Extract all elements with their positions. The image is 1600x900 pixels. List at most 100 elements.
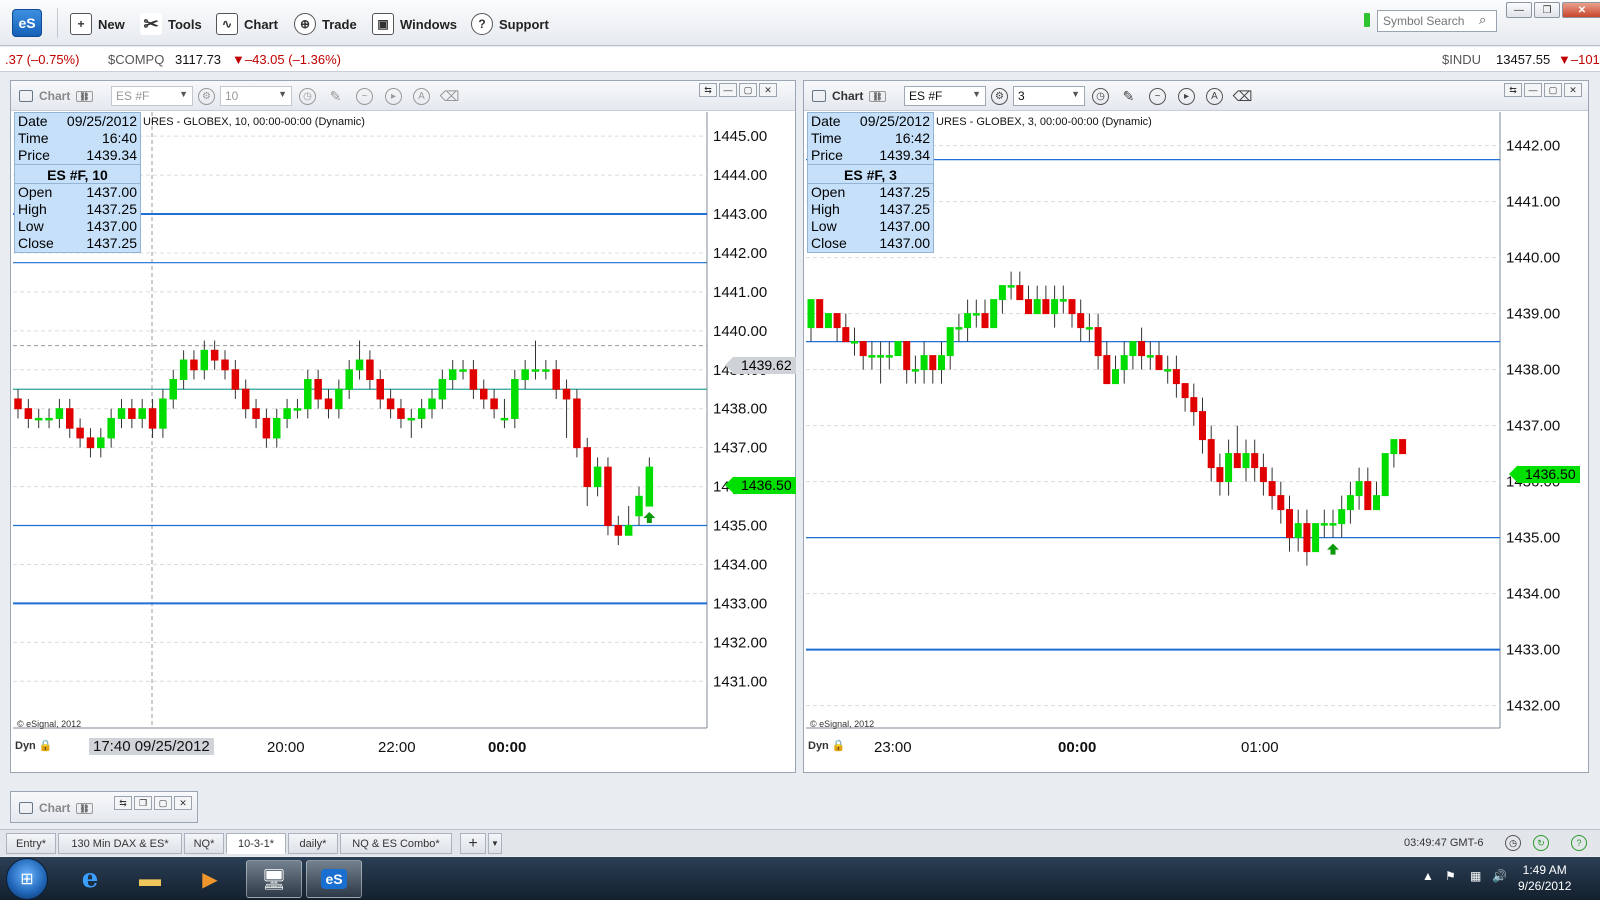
dynamic-scale-toggle[interactable]: Dyn 🔒	[808, 739, 846, 752]
main-toolbar: eS + New ✂ Tools ∿ Chart ⊕ Trade ▣ Windo…	[0, 0, 1600, 46]
candle-body	[521, 369, 529, 381]
ticker-indu-symbol[interactable]: $INDU	[1442, 52, 1481, 67]
alert-icon[interactable]: A	[413, 88, 430, 105]
candle-body	[1068, 299, 1076, 315]
esignal-taskbar-button[interactable]: eS	[306, 860, 362, 898]
ticker-compq-symbol[interactable]: $COMPQ	[108, 52, 164, 67]
play-icon[interactable]: ▸	[1178, 88, 1195, 105]
minimize-chart-button[interactable]: —	[719, 83, 737, 97]
tab-list-dropdown[interactable]: ▼	[488, 833, 502, 854]
start-button[interactable]: ⊞	[6, 858, 48, 900]
price-tick-label: 1432.00	[1506, 698, 1560, 715]
system-clock[interactable]: 1:49 AM 9/26/2012	[1518, 862, 1571, 894]
media-player-icon[interactable]: ▶	[182, 860, 238, 898]
esignal-logo[interactable]: eS	[12, 9, 42, 37]
tab-entry[interactable]: Entry*	[6, 833, 56, 854]
data-window: Date 09/25/2012 Time 16:42 Price 1439.34 ES…	[807, 112, 934, 253]
interval-settings-icon[interactable]: ⚙	[991, 88, 1008, 105]
new-window-icon: +	[70, 13, 92, 35]
open-value: 1437.00	[86, 184, 137, 200]
candle-body	[955, 327, 963, 330]
trade-button[interactable]: ⊕ Trade	[294, 11, 357, 37]
price-tick-label: 1443.00	[713, 206, 767, 223]
price-tick-label: 1440.00	[713, 323, 767, 340]
restore-chart-button[interactable]: ❐	[134, 796, 152, 810]
tray-expand-icon[interactable]: ▲	[1422, 869, 1434, 883]
chevron-down-icon: ▼	[1071, 89, 1080, 99]
symbol-select[interactable]: ES #F ▼	[904, 86, 986, 106]
candle-body	[1216, 467, 1224, 483]
chart-button[interactable]: ∿ Chart	[216, 11, 278, 37]
minimized-chart-window[interactable]: Chart ⛓ ⇆ ❐ ▢ ✕	[10, 791, 198, 823]
maximize-chart-button[interactable]: ▢	[739, 83, 757, 97]
maximize-chart-button[interactable]: ▢	[1544, 83, 1562, 97]
clock-icon[interactable]: ◷	[1505, 835, 1521, 851]
network-icon[interactable]: ▦	[1470, 869, 1481, 883]
candle-body	[851, 341, 858, 344]
open-label: Open	[811, 184, 846, 200]
search-icon[interactable]: ⌕	[1479, 12, 1486, 28]
add-page-button[interactable]: +	[460, 833, 486, 854]
close-chart-button[interactable]: ✕	[1564, 83, 1582, 97]
minimize-chart-button[interactable]: —	[1524, 83, 1542, 97]
tab-10-3-1[interactable]: 10-3-1*	[226, 833, 286, 854]
low-label: Low	[811, 218, 837, 234]
alert-icon[interactable]: A	[1206, 88, 1223, 105]
link-window-button[interactable]: ⇆	[699, 83, 717, 97]
interval-select[interactable]: 3 ▼	[1013, 86, 1085, 106]
dyn-label: Dyn	[15, 740, 36, 752]
link-icon[interactable]: ⛓	[76, 802, 93, 814]
remote-desktop-icon[interactable]: 🖥	[246, 860, 302, 898]
new-button[interactable]: + New	[70, 11, 125, 37]
maximize-chart-button[interactable]: ▢	[154, 796, 172, 810]
tab-130-min-dax-es[interactable]: 130 Min DAX & ES*	[58, 833, 182, 854]
link-icon[interactable]: ⛓	[76, 90, 93, 102]
internet-explorer-icon[interactable]: e	[62, 860, 118, 898]
windows-button[interactable]: ▣ Windows	[372, 11, 457, 37]
volume-icon[interactable]: 🔊	[1492, 869, 1507, 883]
interval-settings-icon[interactable]: ⚙	[198, 88, 215, 105]
minimize-button[interactable]: —	[1506, 2, 1532, 18]
clock-icon[interactable]: ◷	[299, 88, 316, 105]
minimized-chart-title: Chart ⛓	[19, 801, 93, 815]
candle-body	[14, 398, 22, 410]
link-window-button[interactable]: ⇆	[1504, 83, 1522, 97]
link-icon[interactable]: ⛓	[869, 90, 886, 102]
study-icon[interactable]: ~	[1149, 88, 1166, 105]
trade-button-label: Trade	[322, 16, 357, 32]
symbol-select[interactable]: ES #F ▼	[111, 86, 193, 106]
tab-daily[interactable]: daily*	[288, 833, 338, 854]
price-tick-label: 1441.00	[713, 284, 767, 301]
interval-select[interactable]: 10 ▼	[220, 86, 292, 106]
quote-ticker: .37 (–0.75%) $COMPQ 3117.73 ▼–43.05 (–1.…	[0, 47, 1600, 72]
pencil-icon[interactable]: ✎	[1120, 88, 1137, 105]
support-button[interactable]: ? Support	[471, 11, 549, 37]
restore-button[interactable]: ❐	[1534, 2, 1560, 18]
eraser-icon[interactable]: ⌫	[440, 88, 460, 105]
tools-button[interactable]: ✂ Tools	[140, 11, 202, 37]
chevron-down-icon: ▼	[278, 89, 287, 99]
dynamic-scale-toggle[interactable]: Dyn 🔒	[15, 739, 53, 752]
candle-body	[1172, 369, 1180, 385]
close-chart-button[interactable]: ✕	[759, 83, 777, 97]
candle-body	[148, 408, 157, 429]
action-center-icon[interactable]: ⚑	[1445, 869, 1456, 883]
eraser-icon[interactable]: ⌫	[1233, 88, 1253, 105]
candle-body	[34, 417, 43, 421]
candle-body	[376, 379, 384, 400]
refresh-icon[interactable]: ↻	[1533, 835, 1549, 851]
chart-window-title: Chart ⛓	[19, 89, 93, 103]
study-icon[interactable]: ~	[356, 88, 373, 105]
close-button[interactable]: ✕	[1562, 2, 1600, 18]
tab-nq-es-combo[interactable]: NQ & ES Combo*	[340, 833, 452, 854]
help-icon[interactable]: ?	[1571, 835, 1587, 851]
close-chart-button[interactable]: ✕	[174, 796, 192, 810]
time-value: 16:40	[101, 130, 137, 146]
play-icon[interactable]: ▸	[385, 88, 402, 105]
clock-icon[interactable]: ◷	[1092, 88, 1109, 105]
tab-nq[interactable]: NQ*	[184, 833, 224, 854]
link-window-button[interactable]: ⇆	[114, 796, 132, 810]
file-explorer-icon[interactable]: ▬	[122, 860, 178, 898]
pencil-icon[interactable]: ✎	[327, 88, 344, 105]
candle-body	[1033, 299, 1041, 315]
